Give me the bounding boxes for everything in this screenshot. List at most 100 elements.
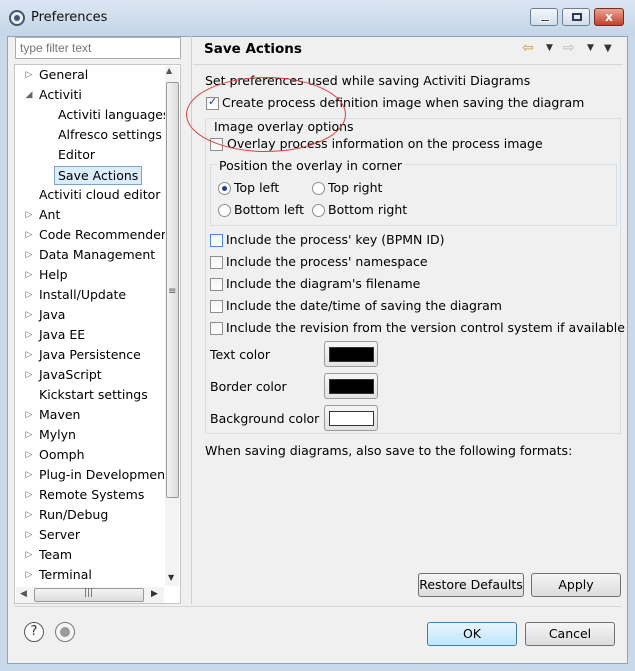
back-history-dropdown-icon[interactable]: ▼ (546, 43, 553, 53)
forward-history-dropdown-icon[interactable]: ▼ (587, 43, 594, 53)
collapsed-arrow-icon[interactable]: ▷ (23, 405, 35, 425)
window-title: Preferences (31, 10, 108, 25)
apply-button[interactable]: Apply (531, 573, 621, 597)
collapsed-arrow-icon[interactable]: ▷ (23, 465, 35, 485)
include-key-checkbox[interactable] (210, 234, 223, 247)
tree-item[interactable]: Activiti cloud editor (15, 185, 165, 205)
tree-item[interactable]: ▷ Data Management (15, 245, 165, 265)
collapsed-arrow-icon[interactable]: ▷ (23, 445, 35, 465)
collapsed-arrow-icon[interactable]: ▷ (23, 65, 35, 85)
tree-item[interactable]: ▷ JavaScript (15, 365, 165, 385)
tree-item[interactable]: ▷ Team (15, 545, 165, 565)
radio-bottom-right[interactable] (312, 204, 325, 217)
tree-item-label: Java (39, 307, 66, 322)
tree-item[interactable]: ▷ Java Persistence (15, 345, 165, 365)
tree-item[interactable]: Activiti languages (15, 105, 170, 125)
collapsed-arrow-icon[interactable]: ▷ (23, 365, 35, 385)
forward-arrow-icon[interactable]: ⇨ (563, 40, 575, 56)
include-key-label: Include the process' key (BPMN ID) (226, 232, 445, 247)
tree-item[interactable]: ▷ Plug-in Development (15, 465, 170, 485)
footer-divider (14, 606, 621, 607)
view-menu-icon[interactable]: ▼ (604, 43, 612, 54)
cancel-button[interactable]: Cancel (525, 622, 615, 646)
scroll-down-arrow-icon[interactable]: ▼ (168, 573, 174, 582)
tree-item[interactable]: Save Actions (15, 165, 165, 185)
collapsed-arrow-icon[interactable]: ▷ (23, 345, 35, 365)
tree-item-label: Run/Debug (39, 507, 109, 522)
background-color-label: Background color (210, 411, 320, 426)
collapsed-arrow-icon[interactable]: ▷ (23, 325, 35, 345)
radio-top-right[interactable] (312, 182, 325, 195)
collapsed-arrow-icon[interactable]: ▷ (23, 505, 35, 525)
border-color-button[interactable] (324, 373, 378, 399)
include-filename-checkbox[interactable] (210, 278, 223, 291)
include-datetime-label: Include the date/time of saving the diag… (226, 298, 502, 313)
tree-item[interactable]: Alfresco settings (15, 125, 165, 145)
close-button[interactable]: x (594, 8, 624, 26)
text-color-button[interactable] (324, 341, 378, 367)
radio-bottom-left[interactable] (218, 204, 231, 217)
tree-item[interactable]: ▷ Code Recommenders (15, 225, 173, 245)
back-arrow-icon[interactable]: ⇦ (522, 40, 534, 56)
scroll-left-arrow-icon[interactable]: ◀ (20, 589, 27, 599)
tree-item[interactable]: ▷ Mylyn (15, 425, 165, 445)
text-color-swatch (329, 347, 374, 362)
tree-item-label: Remote Systems (39, 487, 145, 502)
collapsed-arrow-icon[interactable]: ▷ (23, 245, 35, 265)
scroll-up-arrow-icon[interactable]: ▲ (166, 66, 172, 75)
tree-item[interactable]: ▷ Help (15, 265, 165, 285)
collapsed-arrow-icon[interactable]: ▷ (23, 205, 35, 225)
tree-item[interactable]: ◢ Activiti (15, 85, 165, 105)
tree-item[interactable]: ▷ Java EE (15, 325, 165, 345)
tree-item-label: Alfresco settings (58, 127, 162, 142)
background-color-button[interactable] (324, 405, 378, 431)
include-revision-checkbox[interactable] (210, 322, 223, 335)
preferences-tree[interactable]: ▷ General ◢ Activiti Activiti languages Alfre… (14, 64, 181, 604)
filter-input[interactable] (15, 37, 181, 59)
tree-item-label: Oomph (39, 447, 85, 462)
scroll-right-arrow-icon[interactable]: ▶ (151, 589, 158, 599)
background-color-swatch (329, 411, 374, 426)
tree-item[interactable]: ▷ Oomph (15, 445, 165, 465)
radio-top-right-label: Top right (328, 180, 383, 195)
tree-item-label: Activiti (39, 87, 82, 102)
tree-item[interactable]: ▷ General (15, 65, 165, 85)
ok-button[interactable]: OK (427, 622, 517, 646)
tree-item[interactable]: ▷ Java (15, 305, 165, 325)
collapsed-arrow-icon[interactable]: ▷ (23, 225, 35, 245)
collapsed-arrow-icon[interactable]: ▷ (23, 565, 35, 585)
restore-defaults-button[interactable]: Restore Defaults (418, 573, 524, 597)
record-preferences-icon[interactable] (55, 622, 75, 642)
tree-item-label: Activiti cloud editor (39, 187, 161, 202)
tree-item[interactable]: ▷ Run/Debug (15, 505, 165, 525)
minimize-button[interactable] (530, 8, 558, 26)
tree-item[interactable]: ▷ Terminal (15, 565, 165, 585)
collapsed-arrow-icon[interactable]: ▷ (23, 425, 35, 445)
collapsed-arrow-icon[interactable]: ▷ (23, 265, 35, 285)
radio-top-left[interactable] (218, 182, 231, 195)
tree-item-label: Install/Update (39, 287, 127, 302)
tree-item[interactable]: ▷ Remote Systems (15, 485, 165, 505)
collapsed-arrow-icon[interactable]: ▷ (23, 485, 35, 505)
tree-item[interactable]: Kickstart settings (15, 385, 165, 405)
include-namespace-checkbox[interactable] (210, 256, 223, 269)
page-title: Save Actions (204, 41, 302, 57)
collapsed-arrow-icon[interactable]: ▷ (23, 545, 35, 565)
collapsed-arrow-icon[interactable]: ▷ (23, 305, 35, 325)
tree-item[interactable]: ▷ Maven (15, 405, 165, 425)
tree-item-label: Java EE (39, 327, 86, 342)
tree-item-label: Terminal (39, 567, 92, 582)
tree-item[interactable]: ▷ Server (15, 525, 165, 545)
collapsed-arrow-icon[interactable]: ▷ (23, 285, 35, 305)
maximize-button[interactable] (562, 8, 590, 26)
tree-item-label: Data Management (39, 247, 156, 262)
help-icon[interactable]: ? (24, 622, 44, 642)
expanded-arrow-icon[interactable]: ◢ (23, 85, 35, 105)
collapsed-arrow-icon[interactable]: ▷ (23, 525, 35, 545)
tree-item[interactable]: Editor (15, 145, 165, 165)
border-color-swatch (329, 379, 374, 394)
tree-item[interactable]: ▷ Install/Update (15, 285, 165, 305)
tree-item[interactable]: ▷ Ant (15, 205, 165, 225)
tree-item-label: Server (39, 527, 80, 542)
include-datetime-checkbox[interactable] (210, 300, 223, 313)
